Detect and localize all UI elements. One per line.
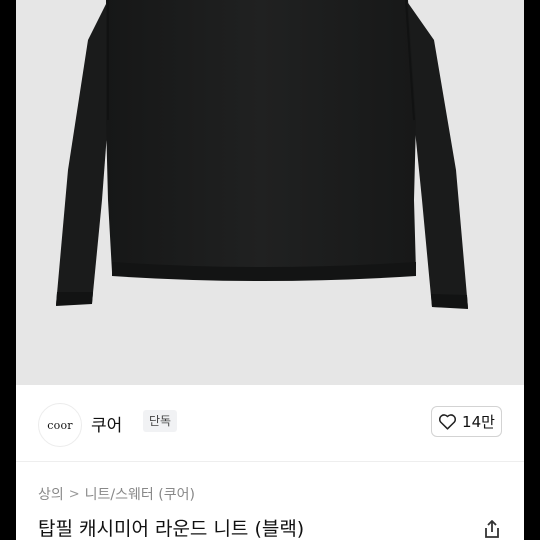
share-icon	[485, 520, 499, 538]
brand-logo[interactable]: coor	[38, 403, 82, 447]
like-button[interactable]: 14만	[431, 406, 502, 437]
product-image[interactable]	[16, 0, 524, 385]
divider	[16, 461, 524, 462]
product-title: 탑필 캐시미어 라운드 니트 (블랙)	[38, 518, 305, 540]
sweater-left-cuff	[56, 292, 93, 306]
brand-logo-text: coor	[47, 418, 73, 432]
breadcrumb: 상의 > 니트/스웨터 (쿠어)	[38, 484, 195, 504]
breadcrumb-separator: >	[68, 486, 80, 502]
breadcrumb-item-knit[interactable]: 니트/스웨터 (쿠어)	[85, 484, 195, 504]
product-page: coor 쿠어 단독 14만 상의 > 니트/스웨터 (쿠어) 탑필 캐시미어 …	[16, 0, 524, 540]
heart-outline-icon	[439, 414, 457, 430]
like-count: 14만	[462, 413, 495, 431]
sweater-illustration	[56, 0, 468, 309]
brand-name[interactable]: 쿠어	[91, 411, 122, 436]
sweater-left-sleeve	[56, 0, 108, 305]
sweater-right-cuff	[431, 294, 468, 309]
brand-row: coor 쿠어 단독 14만	[16, 385, 524, 461]
breadcrumb-item-top[interactable]: 상의	[38, 484, 64, 504]
exclusive-badge: 단독	[143, 410, 178, 432]
sweater-body	[106, 0, 416, 277]
share-button[interactable]	[481, 518, 503, 540]
